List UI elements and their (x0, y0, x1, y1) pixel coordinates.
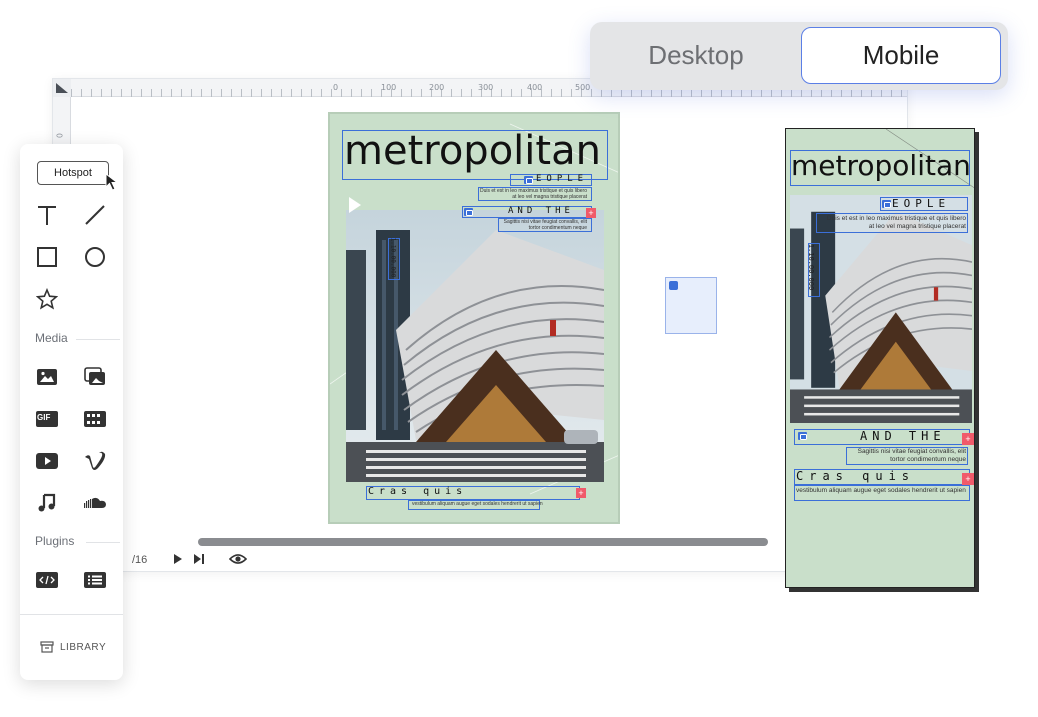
ruler-corner[interactable] (53, 79, 71, 97)
image-tool-icon[interactable] (34, 364, 60, 390)
form-plugin-tool-icon[interactable] (82, 567, 108, 593)
hotspot-link-icon (669, 281, 678, 290)
poster-building-photo (346, 210, 604, 482)
embed-code-tool-icon[interactable] (34, 567, 60, 593)
mobile-cras-heading: Cras quis (796, 469, 916, 483)
mobile-toggle-button[interactable]: Mobile (801, 27, 1001, 84)
vertical-text: 1.10.00.000 (389, 237, 397, 278)
gif-label: GIF (37, 413, 51, 422)
vimeo-tool-icon[interactable] (82, 448, 108, 474)
desktop-toggle-button[interactable]: Desktop (596, 27, 796, 84)
building-photo (346, 210, 604, 482)
add-element-icon[interactable]: + (576, 488, 586, 498)
people-heading: EOPLE (536, 174, 589, 184)
archive-icon (40, 641, 54, 653)
cras-heading: Cras quis (368, 486, 468, 497)
play-icon[interactable] (173, 553, 183, 567)
ruler-corner-icon (56, 83, 68, 93)
text-link-icon (464, 208, 473, 216)
gallery-tool-icon[interactable] (82, 364, 108, 390)
hotspot-tool-label: Hotspot (54, 167, 92, 179)
library-button[interactable]: LIBRARY (40, 641, 106, 653)
people-sub-2: at leo vel magna tristique placerat (512, 194, 587, 200)
desktop-poster[interactable]: metropolitan EOPLE Duis et est in leo ma… (328, 112, 620, 524)
mobile-and-sub-1: Sagittis nisi vitae feugiat convallis, e… (857, 448, 966, 455)
star-tool-icon[interactable] (34, 286, 60, 312)
circle-tool-icon[interactable] (82, 244, 108, 270)
mobile-and-sub-2: tortor condimentum neque (890, 456, 966, 463)
section-divider (86, 542, 120, 543)
mobile-vertical-text: 1.10.00.000 (807, 243, 816, 291)
add-element-icon[interactable]: + (962, 473, 974, 485)
text-link-icon (882, 200, 891, 208)
media-section-label: Media (35, 331, 68, 345)
ruler-tick: 500 (575, 83, 591, 92)
play-marker-icon (349, 197, 361, 213)
text-link-icon (798, 432, 807, 440)
add-element-icon[interactable]: + (586, 208, 596, 218)
text-link-icon (524, 176, 533, 184)
mobile-people-sub-2: at leo vel magna tristique placerat (868, 223, 966, 230)
text-tool-icon[interactable] (34, 202, 60, 228)
mobile-people-sub-1: Duis et est in leo maximus tristique et … (826, 215, 966, 222)
soundcloud-tool-icon[interactable] (82, 490, 108, 516)
mobile-and-the-heading: AND THE (860, 429, 946, 443)
mobile-preview[interactable]: metropolitan EOPLE Duis et est in leo ma… (785, 128, 975, 588)
hotspot-element[interactable] (665, 277, 717, 334)
and-the-heading: AND THE (508, 206, 574, 216)
cursor-icon (105, 173, 119, 191)
audio-tool-icon[interactable] (34, 490, 60, 516)
section-divider (20, 614, 123, 615)
rectangle-tool-icon[interactable] (34, 244, 60, 270)
page-total: /16 (132, 554, 148, 566)
playback-bar: /16 (120, 548, 248, 572)
ruler-tick: 100 (381, 83, 397, 92)
ruler-tick: 400 (527, 83, 543, 92)
youtube-tool-icon[interactable] (34, 448, 60, 474)
ruler-tick: 0 (333, 83, 339, 92)
section-divider (76, 339, 120, 340)
preview-eye-icon[interactable] (229, 553, 248, 568)
ruler-tick: 300 (478, 83, 494, 92)
skip-end-icon[interactable] (193, 553, 205, 567)
cras-sub: vestibulum aliquam augue eget sodales he… (412, 501, 543, 507)
ruler-tick: 0 (55, 133, 65, 138)
horizontal-scrollbar[interactable] (198, 538, 768, 546)
library-label: LIBRARY (60, 641, 107, 653)
mobile-people-heading: EOPLE (892, 197, 951, 210)
ruler-tick: 200 (429, 83, 445, 92)
poster-title: metropolitan (344, 128, 601, 174)
mobile-cras-sub: vestibulum aliquam augue eget sodales he… (796, 487, 966, 494)
tool-panel: Hotspot Media GIF Plugins LIBRARY (20, 144, 123, 680)
and-sub-2: tortor condimentum neque (528, 225, 587, 231)
device-toggle: Desktop Mobile (590, 22, 1008, 90)
line-tool-icon[interactable] (82, 202, 108, 228)
hotspot-tool-button[interactable]: Hotspot (37, 161, 109, 185)
slideshow-tool-icon[interactable] (82, 406, 108, 432)
mobile-title: metropolitan (791, 149, 971, 182)
gif-tool-icon[interactable]: GIF (34, 406, 60, 432)
add-element-icon[interactable]: + (962, 433, 974, 445)
plugins-section-label: Plugins (35, 534, 75, 548)
